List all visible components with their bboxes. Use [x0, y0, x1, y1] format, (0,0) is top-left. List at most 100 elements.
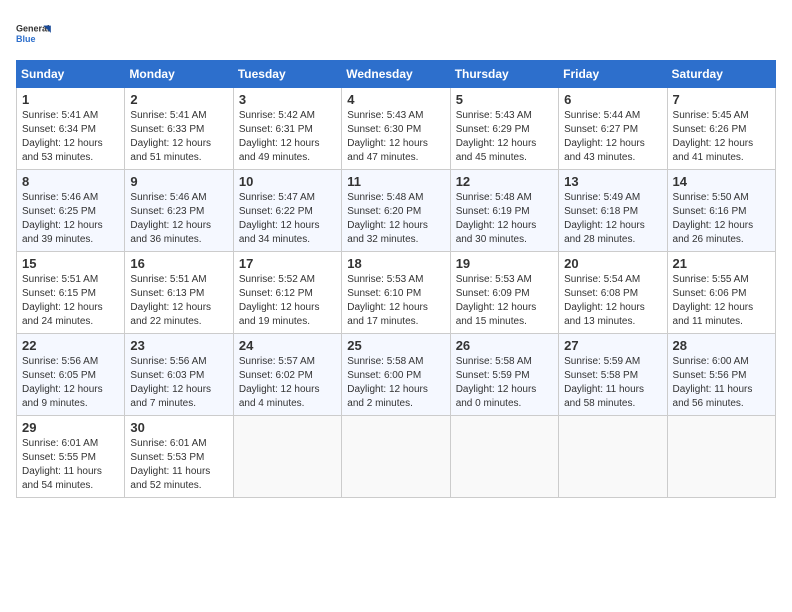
day-number: 24	[239, 338, 336, 353]
day-8: 8 Sunrise: 5:46 AM Sunset: 6:25 PM Daylig…	[17, 170, 125, 252]
day-number: 20	[564, 256, 661, 271]
day-number: 30	[130, 420, 227, 435]
day-number: 5	[456, 92, 553, 107]
day-number: 14	[673, 174, 770, 189]
day-19: 19 Sunrise: 5:53 AM Sunset: 6:09 PM Dayli…	[450, 252, 558, 334]
header-thursday: Thursday	[450, 61, 558, 88]
day-27: 27 Sunrise: 5:59 AM Sunset: 5:58 PM Dayli…	[559, 334, 667, 416]
day-25: 25 Sunrise: 5:58 AM Sunset: 6:00 PM Dayli…	[342, 334, 450, 416]
day-number: 13	[564, 174, 661, 189]
day-number: 10	[239, 174, 336, 189]
day-30: 30 Sunrise: 6:01 AM Sunset: 5:53 PM Dayli…	[125, 416, 233, 498]
day-info: Sunrise: 5:45 AM Sunset: 6:26 PM Dayligh…	[673, 109, 770, 165]
calendar-week-1: 1 Sunrise: 5:41 AM Sunset: 6:34 PM Daylig…	[17, 88, 776, 170]
day-26: 26 Sunrise: 5:58 AM Sunset: 5:59 PM Dayli…	[450, 334, 558, 416]
day-16: 16 Sunrise: 5:51 AM Sunset: 6:13 PM Dayli…	[125, 252, 233, 334]
day-info: Sunrise: 5:56 AM Sunset: 6:03 PM Dayligh…	[130, 355, 227, 411]
day-info: Sunrise: 5:49 AM Sunset: 6:18 PM Dayligh…	[564, 191, 661, 247]
day-number: 6	[564, 92, 661, 107]
day-number: 22	[22, 338, 119, 353]
day-20: 20Sunrise: 5:54 AM Sunset: 6:08 PM Dayli…	[559, 252, 667, 334]
day-info: Sunrise: 5:59 AM Sunset: 5:58 PM Dayligh…	[564, 355, 661, 411]
day-info: Sunrise: 5:53 AM Sunset: 6:09 PM Dayligh…	[456, 273, 553, 329]
day-info: Sunrise: 5:55 AM Sunset: 6:06 PM Dayligh…	[673, 273, 770, 329]
empty-cell	[233, 416, 341, 498]
day-number: 26	[456, 338, 553, 353]
day-2: 2 Sunrise: 5:41 AM Sunset: 6:33 PM Daylig…	[125, 88, 233, 170]
header-wednesday: Wednesday	[342, 61, 450, 88]
day-info: Sunrise: 6:01 AM Sunset: 5:53 PM Dayligh…	[130, 437, 227, 493]
day-info: Sunrise: 5:47 AM Sunset: 6:22 PM Dayligh…	[239, 191, 336, 247]
day-24: 24 Sunrise: 5:57 AM Sunset: 6:02 PM Dayli…	[233, 334, 341, 416]
empty-cell	[342, 416, 450, 498]
day-number: 8	[22, 174, 119, 189]
logo-icon: GeneralBlue	[16, 16, 52, 52]
logo: GeneralBlue	[16, 16, 52, 52]
day-number: 12	[456, 174, 553, 189]
day-number: 27	[564, 338, 661, 353]
day-number: 29	[22, 420, 119, 435]
day-number: 3	[239, 92, 336, 107]
day-4: 4 Sunrise: 5:43 AM Sunset: 6:30 PM Daylig…	[342, 88, 450, 170]
day-info: Sunrise: 5:41 AM Sunset: 6:33 PM Dayligh…	[130, 109, 227, 165]
day-info: Sunrise: 5:50 AM Sunset: 6:16 PM Dayligh…	[673, 191, 770, 247]
day-number: 11	[347, 174, 444, 189]
day-14: 14 Sunrise: 5:50 AM Sunset: 6:16 PM Dayli…	[667, 170, 775, 252]
day-info: Sunrise: 5:43 AM Sunset: 6:30 PM Dayligh…	[347, 109, 444, 165]
day-number: 1	[22, 92, 119, 107]
day-info: Sunrise: 5:44 AM Sunset: 6:27 PM Dayligh…	[564, 109, 661, 165]
day-info: Sunrise: 5:46 AM Sunset: 6:25 PM Dayligh…	[22, 191, 119, 247]
day-number: 16	[130, 256, 227, 271]
day-info: Sunrise: 5:43 AM Sunset: 6:29 PM Dayligh…	[456, 109, 553, 165]
day-info: Sunrise: 5:51 AM Sunset: 6:15 PM Dayligh…	[22, 273, 119, 329]
day-9: 9Sunrise: 5:46 AM Sunset: 6:23 PM Daylig…	[125, 170, 233, 252]
day-number: 19	[456, 256, 553, 271]
day-17: 17 Sunrise: 5:52 AM Sunset: 6:12 PM Dayli…	[233, 252, 341, 334]
day-13: 13 Sunrise: 5:49 AM Sunset: 6:18 PM Dayli…	[559, 170, 667, 252]
day-number: 18	[347, 256, 444, 271]
day-info: Sunrise: 6:01 AM Sunset: 5:55 PM Dayligh…	[22, 437, 119, 493]
day-7: 7Sunrise: 5:45 AM Sunset: 6:26 PM Daylig…	[667, 88, 775, 170]
day-number: 23	[130, 338, 227, 353]
day-3: 3 Sunrise: 5:42 AM Sunset: 6:31 PM Daylig…	[233, 88, 341, 170]
day-info: Sunrise: 5:52 AM Sunset: 6:12 PM Dayligh…	[239, 273, 336, 329]
day-number: 2	[130, 92, 227, 107]
calendar-week-4: 22 Sunrise: 5:56 AM Sunset: 6:05 PM Dayli…	[17, 334, 776, 416]
day-11: 11 Sunrise: 5:48 AM Sunset: 6:20 PM Dayli…	[342, 170, 450, 252]
day-info: Sunrise: 5:48 AM Sunset: 6:20 PM Dayligh…	[347, 191, 444, 247]
day-info: Sunrise: 5:46 AM Sunset: 6:23 PM Dayligh…	[130, 191, 227, 247]
day-info: Sunrise: 5:42 AM Sunset: 6:31 PM Dayligh…	[239, 109, 336, 165]
calendar-week-5: 29 Sunrise: 6:01 AM Sunset: 5:55 PM Dayli…	[17, 416, 776, 498]
day-23: 23 Sunrise: 5:56 AM Sunset: 6:03 PM Dayli…	[125, 334, 233, 416]
header-tuesday: Tuesday	[233, 61, 341, 88]
day-18: 18 Sunrise: 5:53 AM Sunset: 6:10 PM Dayli…	[342, 252, 450, 334]
day-number: 25	[347, 338, 444, 353]
day-15: 15 Sunrise: 5:51 AM Sunset: 6:15 PM Dayli…	[17, 252, 125, 334]
day-info: Sunrise: 5:41 AM Sunset: 6:34 PM Dayligh…	[22, 109, 119, 165]
day-number: 21	[673, 256, 770, 271]
svg-text:General: General	[16, 24, 50, 34]
day-1: 1 Sunrise: 5:41 AM Sunset: 6:34 PM Daylig…	[17, 88, 125, 170]
day-number: 15	[22, 256, 119, 271]
svg-text:Blue: Blue	[16, 34, 36, 44]
day-info: Sunrise: 5:58 AM Sunset: 5:59 PM Dayligh…	[456, 355, 553, 411]
empty-cell	[450, 416, 558, 498]
calendar-week-3: 15 Sunrise: 5:51 AM Sunset: 6:15 PM Dayli…	[17, 252, 776, 334]
calendar-header-row: SundayMondayTuesdayWednesdayThursdayFrid…	[17, 61, 776, 88]
calendar-week-2: 8 Sunrise: 5:46 AM Sunset: 6:25 PM Daylig…	[17, 170, 776, 252]
header-monday: Monday	[125, 61, 233, 88]
day-info: Sunrise: 5:56 AM Sunset: 6:05 PM Dayligh…	[22, 355, 119, 411]
day-info: Sunrise: 5:58 AM Sunset: 6:00 PM Dayligh…	[347, 355, 444, 411]
day-29: 29 Sunrise: 6:01 AM Sunset: 5:55 PM Dayli…	[17, 416, 125, 498]
day-info: Sunrise: 5:51 AM Sunset: 6:13 PM Dayligh…	[130, 273, 227, 329]
day-12: 12Sunrise: 5:48 AM Sunset: 6:19 PM Dayli…	[450, 170, 558, 252]
day-info: Sunrise: 6:00 AM Sunset: 5:56 PM Dayligh…	[673, 355, 770, 411]
day-number: 4	[347, 92, 444, 107]
header-friday: Friday	[559, 61, 667, 88]
day-number: 17	[239, 256, 336, 271]
day-info: Sunrise: 5:53 AM Sunset: 6:10 PM Dayligh…	[347, 273, 444, 329]
day-info: Sunrise: 5:57 AM Sunset: 6:02 PM Dayligh…	[239, 355, 336, 411]
header-sunday: Sunday	[17, 61, 125, 88]
day-10: 10 Sunrise: 5:47 AM Sunset: 6:22 PM Dayli…	[233, 170, 341, 252]
day-6: 6 Sunrise: 5:44 AM Sunset: 6:27 PM Daylig…	[559, 88, 667, 170]
